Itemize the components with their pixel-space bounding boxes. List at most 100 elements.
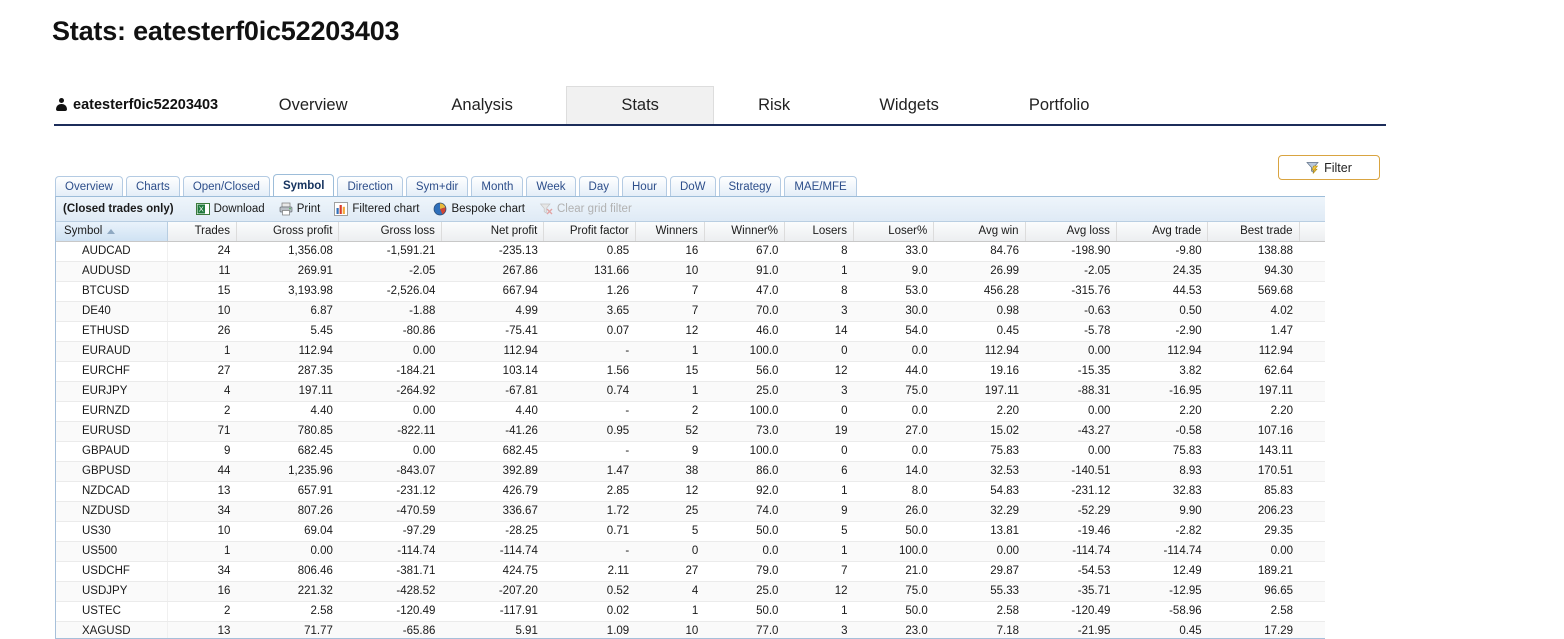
cell-value: 0.00 [1025,441,1117,462]
cell-value: 27.0 [853,421,934,442]
sort-ascending-icon [107,228,116,234]
cell-value: -198.90 [1025,241,1117,262]
subtab-label: Strategy [728,180,772,193]
toolbar-filtered-chart[interactable]: Filtered chart [334,202,419,216]
toolbar-bespoke-chart[interactable]: Bespoke chart [433,202,525,216]
column-header-profit-factor[interactable]: Profit factor [543,222,636,242]
column-header-trades[interactable]: Trades [167,222,237,242]
cell-value: 62.64 [1207,361,1300,382]
column-header-losers[interactable]: Losers [784,222,855,242]
cell-value: 2.20 [1207,401,1300,422]
subtab-open-closed[interactable]: Open/Closed [182,176,270,196]
toolbar-print[interactable]: Print [279,202,320,216]
table-row[interactable]: GBPUSD 44 1,235.96 -843.07 392.89 1.47 38 86.0 6… [56,461,1379,482]
nav-user[interactable]: eatesterf0ic52203403 [54,86,228,124]
nav-tab-widgets[interactable]: Widgets [834,86,984,124]
cell-value: 0.00 [338,401,442,422]
column-header-loser-[interactable]: Loser% [853,222,935,242]
cell-value: -16.95 [1116,381,1208,402]
subtab-hour[interactable]: Hour [622,176,667,196]
table-row[interactable]: AUDCAD 24 1,356.08 -1,591.21 -235.13 0.85 16 67… [56,241,1379,262]
column-header-avg-loss[interactable]: Avg loss [1025,222,1117,242]
table-row[interactable]: GBPAUD 9 682.45 0.00 682.45-9 100.0 0 0.0 75.83 0… [56,441,1379,462]
column-header-winners[interactable]: Winners [635,222,705,242]
table-row[interactable]: EURJPY 4 197.11 -264.92 -67.81 0.74 1 25.0 3 75.0… [56,381,1379,402]
table-row[interactable]: DE40 10 6.87 -1.88 4.99 3.65 7 70.0 3 30.0 0.98 -0.… [56,301,1379,322]
cell-value: 112.94 [236,341,339,362]
cell-value: 1 [635,601,705,622]
nav-tab-stats[interactable]: Stats [566,86,715,124]
cell-value: - [543,441,636,462]
subtab-dow[interactable]: DoW [669,176,716,196]
cell-value: -88.31 [1025,381,1117,402]
table-row[interactable]: NZDCAD 13 657.91 -231.12 426.79 2.85 12 92.0 1 8.… [56,481,1379,502]
subtab-charts[interactable]: Charts [125,176,180,196]
table-row[interactable]: EURNZD 2 4.40 0.00 4.40-2 100.0 0 0.0 2.20 0.00 2.… [56,401,1379,422]
column-header-avg-win[interactable]: Avg win [933,222,1026,242]
column-header-symbol[interactable]: Symbol [56,222,168,242]
cell-value: 2 [167,401,237,422]
cell-value: -35.71 [1025,581,1117,602]
subtab-week[interactable]: Week [526,176,576,196]
cell-value: 55.33 [933,581,1026,602]
table-row[interactable]: US500 1 0.00 -114.74 -114.74-0 0.0 1 100.0 0.00-… [56,541,1379,562]
toolbar-action-label: Download [213,203,265,215]
table-row[interactable]: XAGUSD 13 71.77 -65.86 5.91 1.09 10 77.0 3 23.0 7.… [56,621,1379,638]
toolbar-download[interactable]: X Download [195,202,265,216]
cell-value: 392.89 [441,461,544,482]
nav-tab-risk[interactable]: Risk [714,86,834,124]
subtab-strategy[interactable]: Strategy [718,176,782,196]
cell-value: 33.0 [853,241,934,262]
cell-value: 77.0 [704,621,785,638]
cell-value: -1.88 [338,301,442,322]
cell-value: 657.91 [236,481,339,502]
table-row[interactable]: US30 10 69.04 -97.29 -28.25 0.71 5 50.0 5 50.0 13.… [56,521,1379,542]
cell-value: 15.02 [933,421,1026,442]
subtab-day[interactable]: Day [578,176,619,196]
cell-value: 8 [784,281,854,302]
nav-tab-overview[interactable]: Overview [228,86,398,124]
cell-value: 1.47 [1207,321,1300,342]
column-header-gross-loss[interactable]: Gross loss [338,222,442,242]
grid-scroll-area[interactable]: Symbol Trades Gross profit Gross loss Net pr… [56,222,1379,638]
subtab-symbol[interactable]: Symbol [272,174,335,196]
table-row[interactable]: USDJPY 16 221.32 -428.52 -207.20 0.52 4 25.0 12 7… [56,581,1379,602]
cell-value: 197.11 [1207,381,1300,402]
subtab-overview[interactable]: Overview [55,176,123,196]
column-header-best-trade[interactable]: Best trade [1207,222,1300,242]
table-row[interactable]: USDCHF 34 806.46 -381.71 424.75 2.11 27 79.0 7 21… [56,561,1379,582]
column-header-gross-profit[interactable]: Gross profit [236,222,340,242]
table-row[interactable]: EURCHF 27 287.35 -184.21 103.14 1.56 15 56.0 12 4… [56,361,1379,382]
cell-value: 29.35 [1207,521,1300,542]
table-row[interactable]: NZDUSD 34 807.26 -470.59 336.67 1.72 25 74.0 9 26… [56,501,1379,522]
cell-value: -12.95 [1116,581,1208,602]
subtab-sym-dir[interactable]: Sym+dir [405,176,469,196]
cell-value: 107.16 [1207,421,1300,442]
person-icon [56,98,67,112]
cell-value: 0 [784,441,854,462]
cell-value: -58.96 [1116,601,1208,622]
table-row[interactable]: ETHUSD 26 5.45 -80.86 -75.41 0.07 12 46.0 14 54.0… [56,321,1379,342]
cell-value: -114.74 [441,541,544,562]
column-header-winner-[interactable]: Winner% [704,222,785,242]
subtab-label: Open/Closed [192,180,260,193]
cell-value: 44.53 [1116,281,1208,302]
subtab-mae-mfe[interactable]: MAE/MFE [784,176,857,196]
cell-value: -140.51 [1025,461,1117,482]
column-header-avg-trade[interactable]: Avg trade [1116,222,1209,242]
subtab-direction[interactable]: Direction [337,176,403,196]
subtab-month[interactable]: Month [471,176,524,196]
table-row[interactable]: USTEC 2 2.58 -120.49 -117.91 0.02 1 50.0 1 50.0 2.… [56,601,1379,622]
table-row[interactable]: EURUSD 71 780.85 -822.11 -41.26 0.95 52 73.0 19 2… [56,421,1379,442]
column-header-net-profit[interactable]: Net profit [441,222,545,242]
cell-value: 1 [784,541,854,562]
cell-value: -21.95 [1025,621,1117,638]
cell-value: 0.50 [1116,301,1208,322]
nav-tab-analysis[interactable]: Analysis [398,86,566,124]
cell-value: 34 [167,501,237,522]
table-row[interactable]: BTCUSD 15 3,193.98 -2,526.04 667.94 1.26 7 47.0… [56,281,1379,302]
nav-tab-portfolio[interactable]: Portfolio [984,86,1134,124]
table-row[interactable]: AUDUSD 11 269.91 -2.05 267.86 131.66 10 91.0 1 9.… [56,261,1379,282]
table-row[interactable]: EURAUD 1 112.94 0.00 112.94-1 100.0 0 0.0 112.94… [56,341,1379,362]
cell-value: 50.0 [704,601,785,622]
